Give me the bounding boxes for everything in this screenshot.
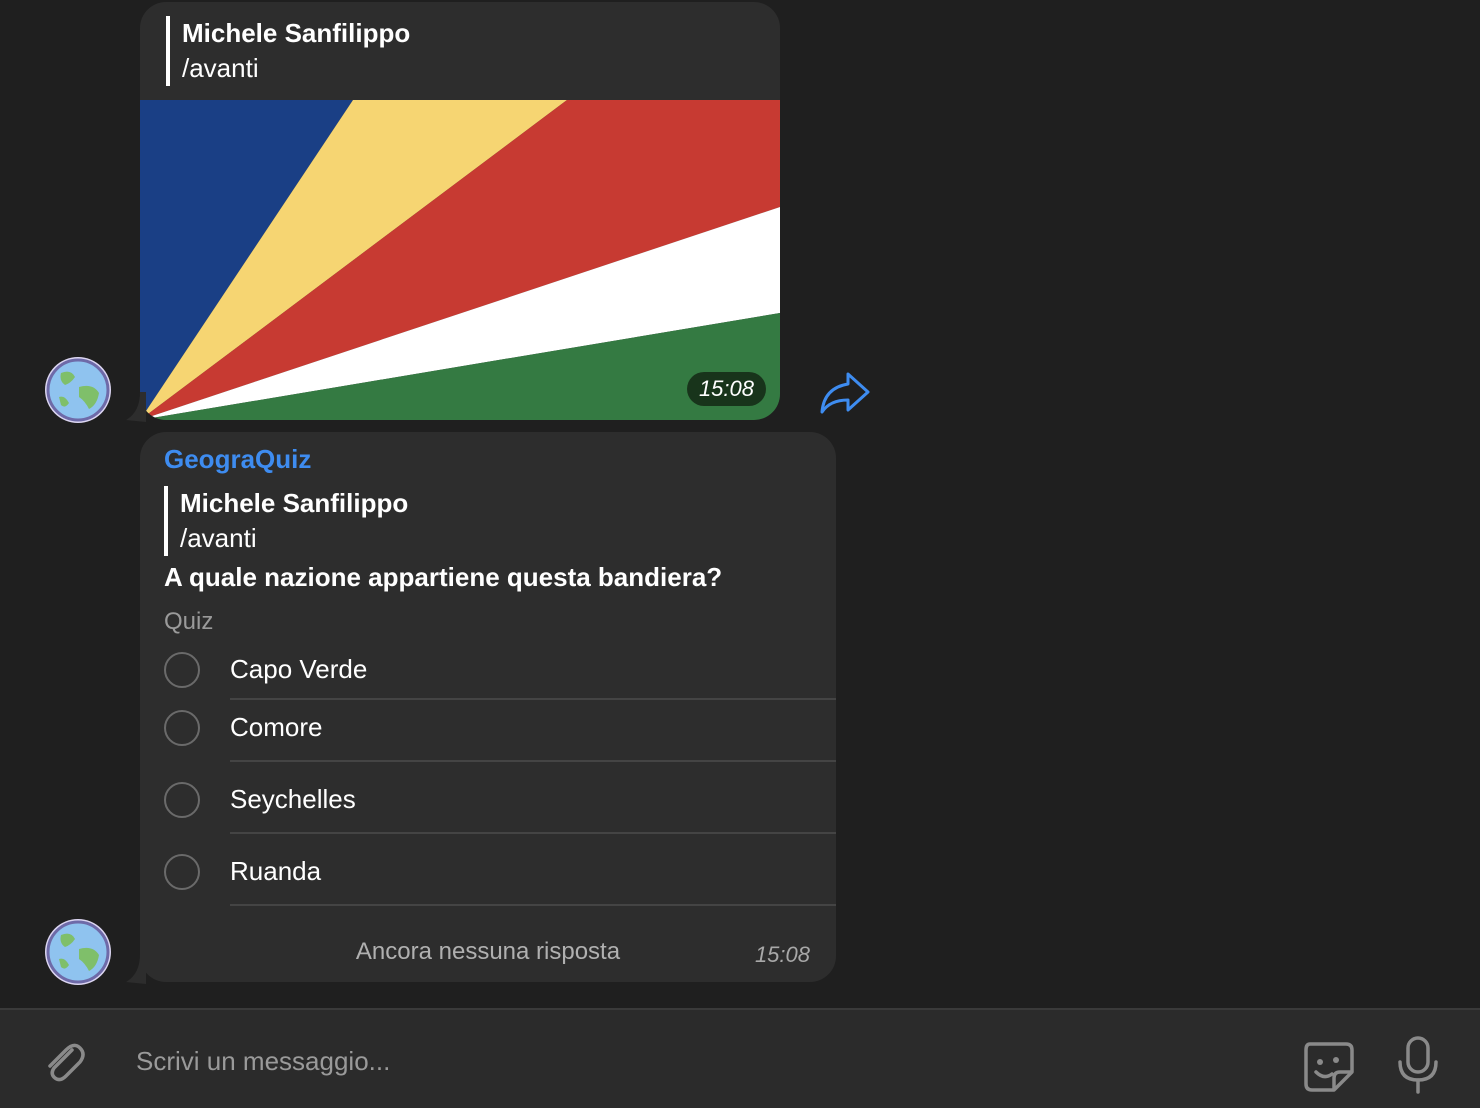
radio-button[interactable]	[164, 782, 200, 818]
bubble-tail	[126, 954, 146, 984]
radio-button[interactable]	[164, 652, 200, 688]
globe-icon	[46, 358, 110, 422]
poll-option-label: Capo Verde	[230, 654, 368, 684]
message-input[interactable]	[134, 1036, 1238, 1086]
poll-option-label: Comore	[230, 712, 323, 742]
bot-avatar[interactable]	[45, 919, 111, 985]
poll-option[interactable]: Seychelles	[140, 762, 836, 834]
paperclip-icon[interactable]	[38, 1036, 88, 1086]
photo-time: 15:08	[686, 372, 766, 406]
poll-option[interactable]: Capo Verde	[140, 638, 836, 700]
message-composer	[0, 1008, 1480, 1108]
poll-option-label: Seychelles	[230, 784, 356, 814]
poll-message-bubble: GeograQuiz Michele Sanfilippo /avanti A …	[140, 432, 836, 982]
divider	[230, 904, 836, 906]
radio-button[interactable]	[164, 710, 200, 746]
sender-name[interactable]: GeograQuiz	[164, 444, 311, 475]
forward-icon[interactable]	[818, 370, 870, 416]
reply-text: /avanti	[180, 523, 257, 553]
seychelles-flag-image[interactable]	[140, 100, 780, 420]
reply-quote[interactable]: Michele Sanfilippo /avanti	[166, 16, 410, 86]
poll-option-label: Ruanda	[230, 856, 322, 886]
microphone-icon[interactable]	[1396, 1036, 1440, 1094]
reply-text: /avanti	[182, 53, 259, 83]
reply-quote[interactable]: Michele Sanfilippo /avanti	[164, 486, 408, 556]
poll-question: A quale nazione appartiene questa bandie…	[164, 562, 723, 592]
reply-author: Michele Sanfilippo	[182, 18, 411, 48]
poll-type-label: Quiz	[164, 608, 214, 635]
bubble-tail	[126, 392, 146, 422]
poll-option[interactable]: Comore	[140, 700, 836, 762]
poll-time: 15:08	[754, 942, 810, 967]
chat-area: Michele Sanfilippo /avanti 15:08 GeograQ…	[0, 0, 1480, 1008]
reply-author: Michele Sanfilippo	[180, 488, 409, 518]
poll-status: Ancora nessuna risposta	[355, 938, 621, 965]
globe-icon	[46, 920, 110, 984]
poll-option[interactable]: Ruanda	[140, 834, 836, 906]
radio-button[interactable]	[164, 854, 200, 890]
photo-message-bubble[interactable]: Michele Sanfilippo /avanti 15:08	[140, 2, 780, 420]
bot-avatar[interactable]	[45, 357, 111, 423]
sticker-icon[interactable]	[1300, 1038, 1356, 1094]
